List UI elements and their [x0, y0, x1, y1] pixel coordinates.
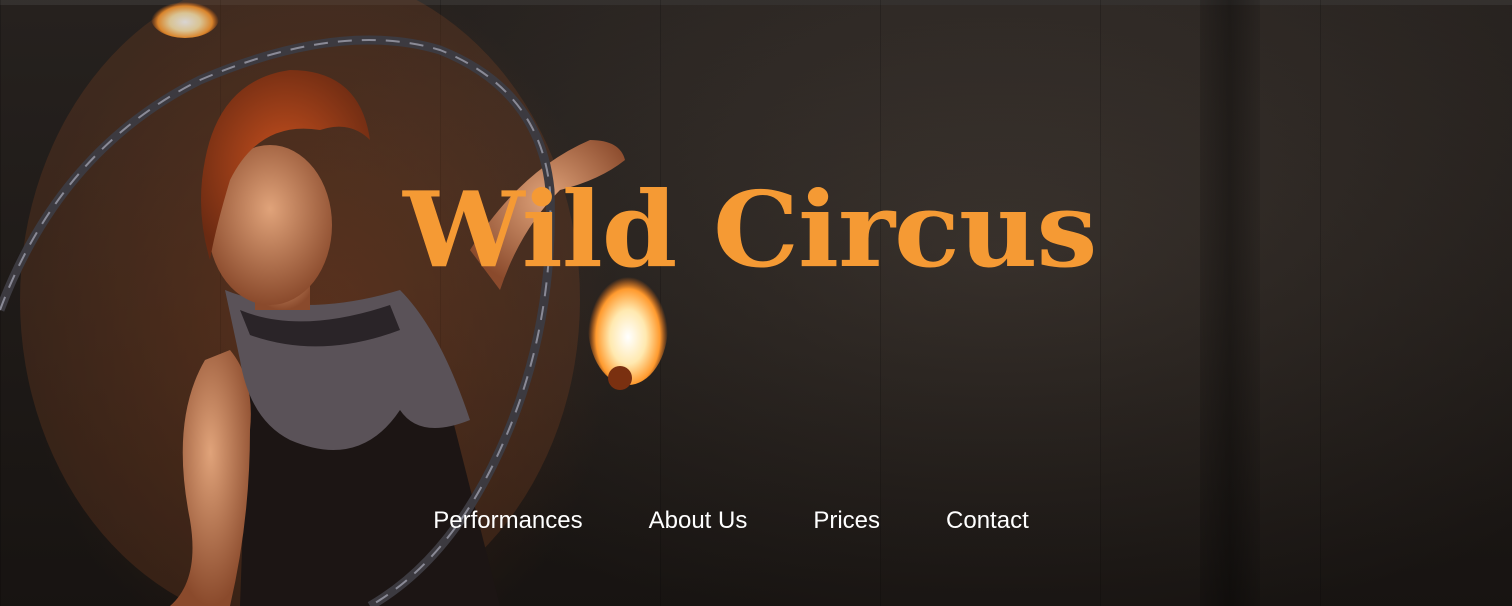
nav-link-performances[interactable]: Performances: [433, 505, 582, 537]
nav-link-about-us[interactable]: About Us: [649, 505, 748, 537]
hero-banner: Wild Circus Performances About Us Prices…: [0, 0, 1512, 606]
nav-link-contact[interactable]: Contact: [946, 505, 1029, 537]
site-title: Wild Circus: [403, 168, 1097, 291]
main-navigation: Performances About Us Prices Contact: [0, 505, 1512, 537]
nav-link-prices[interactable]: Prices: [813, 505, 880, 537]
